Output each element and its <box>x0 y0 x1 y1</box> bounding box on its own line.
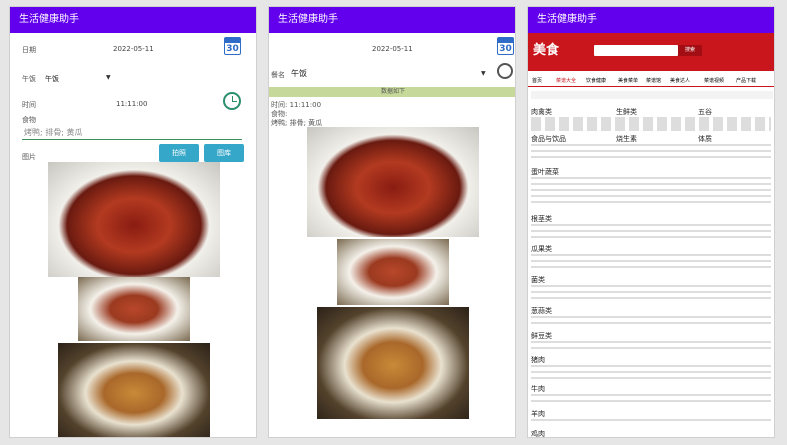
section-heading: 菌类 <box>531 276 545 284</box>
time-value[interactable]: 11:11:00 <box>116 100 147 108</box>
meal-name-label: 餐名 <box>271 71 285 79</box>
nav-item-active[interactable]: 菜谱大全 <box>556 77 576 84</box>
section-heading: 瓜果类 <box>531 245 552 253</box>
food-image-stir-fry <box>58 343 210 437</box>
meal-label: 午饭 <box>22 75 36 83</box>
section-heading: 生鲜类 <box>616 108 637 116</box>
search-icon[interactable] <box>497 63 513 79</box>
site-nav: 首页 菜谱大全 饮食健康 美食菜单 菜谱馆 美食达人 菜谱视频 产品下载 <box>528 73 774 87</box>
date-value[interactable]: 2022-05-11 <box>372 45 413 53</box>
link-list[interactable] <box>531 316 771 324</box>
food-image-pork-ribs <box>307 127 479 237</box>
calendar-icon[interactable]: 30 <box>497 37 514 55</box>
app-title: 生活健康助手 <box>278 14 338 25</box>
meal-select[interactable]: 午饭 <box>45 74 59 84</box>
nav-item[interactable]: 菜谱馆 <box>646 77 661 84</box>
link-list[interactable] <box>531 224 771 238</box>
result-banner: 数据如下 <box>269 87 515 97</box>
food-input[interactable]: 烤鸭; 排骨; 黄瓜 <box>24 127 82 138</box>
section-heading: 羊肉 <box>531 410 545 418</box>
food-input-underline <box>22 139 242 140</box>
section-heading: 猪肉 <box>531 356 545 364</box>
link-list[interactable] <box>531 254 771 270</box>
meal-select[interactable]: 午饭 <box>291 68 307 79</box>
phone-screen-result: 生活健康助手 2022-05-11 30 餐名 午饭 ▼ 数据如下 时间: 11… <box>268 6 516 438</box>
phone-screen-recipe-site: 生活健康助手 美食 搜索 首页 菜谱大全 饮食健康 美食菜单 菜谱馆 美食达人 … <box>527 6 775 438</box>
section-heading: 五谷 <box>698 108 712 116</box>
date-label: 日期 <box>22 46 36 54</box>
food-label: 食物 <box>22 116 36 124</box>
food-image-roast-duck <box>337 239 449 305</box>
section-heading: 食品与饮品 <box>531 135 566 143</box>
section-heading: 体质 <box>698 135 712 143</box>
nav-item[interactable]: 饮食健康 <box>586 77 606 84</box>
link-list[interactable] <box>531 341 771 349</box>
section-heading: 肉禽类 <box>531 108 552 116</box>
camera-button[interactable]: 拍照 <box>159 144 199 162</box>
date-value[interactable]: 2022-05-11 <box>113 45 154 53</box>
food-image-stir-fry <box>317 307 469 419</box>
app-bar: 生活健康助手 <box>10 7 256 33</box>
nav-item[interactable]: 菜谱视频 <box>704 77 724 84</box>
nav-item[interactable]: 首页 <box>532 77 542 84</box>
app-title: 生活健康助手 <box>537 14 597 25</box>
section-heading: 根茎类 <box>531 215 552 223</box>
nav-item[interactable]: 产品下载 <box>736 77 756 84</box>
section-heading: 牛肉 <box>531 385 545 393</box>
chevron-down-icon[interactable]: ▼ <box>481 70 486 77</box>
site-search-input[interactable] <box>594 45 678 56</box>
link-list[interactable] <box>531 285 771 301</box>
link-list[interactable] <box>531 144 771 158</box>
nav-item[interactable]: 美食达人 <box>670 77 690 84</box>
time-label: 时间 <box>22 101 36 109</box>
link-list[interactable] <box>531 419 771 425</box>
app-bar: 生活健康助手 <box>528 7 774 33</box>
chevron-down-icon[interactable]: ▼ <box>106 74 111 81</box>
section-heading: 蛋叶蔬菜 <box>531 168 559 176</box>
section-heading: 烧生素 <box>616 135 637 143</box>
gallery-button[interactable]: 图库 <box>204 144 244 162</box>
app-title: 生活健康助手 <box>19 14 79 25</box>
site-header: 美食 搜索 <box>528 33 774 71</box>
site-logo[interactable]: 美食 <box>533 39 581 63</box>
food-image-roast-duck <box>78 277 190 341</box>
sub-nav-bar <box>531 91 773 99</box>
calendar-icon[interactable]: 30 <box>224 37 241 55</box>
nav-item[interactable]: 美食菜单 <box>618 77 638 84</box>
section-heading: 鸡肉 <box>531 430 545 438</box>
site-search-button[interactable]: 搜索 <box>678 45 702 56</box>
phone-screen-input: 生活健康助手 日期 2022-05-11 30 午饭 午饭 ▼ 时间 11:11… <box>9 6 257 438</box>
link-list[interactable] <box>531 177 771 207</box>
image-label: 图片 <box>22 153 36 161</box>
section-heading: 葱蒜类 <box>531 307 552 315</box>
app-bar: 生活健康助手 <box>269 7 515 33</box>
link-list[interactable] <box>531 365 771 379</box>
section-heading: 鲜豆类 <box>531 332 552 340</box>
link-list[interactable] <box>531 117 771 131</box>
food-image-pork-ribs <box>48 162 220 277</box>
clock-icon[interactable] <box>223 92 241 110</box>
link-list[interactable] <box>531 394 771 402</box>
